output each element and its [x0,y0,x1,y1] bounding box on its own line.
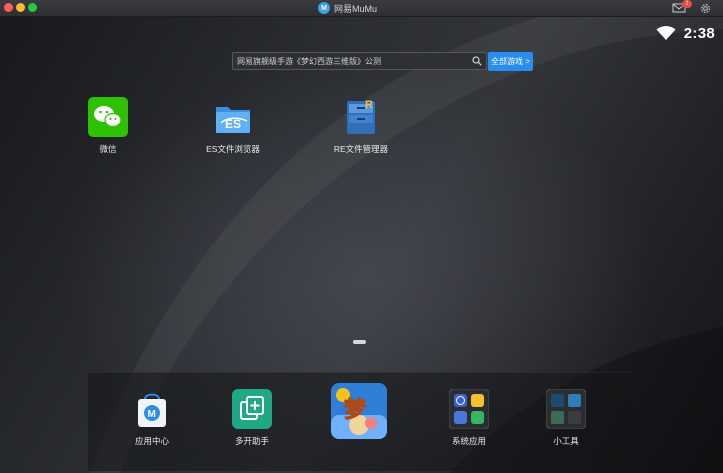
page-indicator[interactable] [353,340,366,344]
dock-system-apps[interactable]: 系统应用 [440,388,498,447]
es-file-explorer-icon: ES [213,97,253,137]
wechat-icon [88,97,128,137]
dock-menghuan-game[interactable]: 梦 [330,383,388,439]
settings-gear-icon[interactable] [699,2,712,15]
dock-app-label: 多开助手 [234,436,269,446]
minimize-window-button[interactable] [16,3,25,12]
search-input[interactable]: 网易旗舰级手游《梦幻西游三维版》公测 [233,56,472,67]
app-label: RE文件管理器 [333,144,389,154]
all-games-button[interactable]: 全部游戏 > [488,52,533,71]
app-label: ES文件浏览器 [206,144,260,154]
system-apps-folder-icon [448,388,490,430]
dock-tools[interactable]: 小工具 [540,388,592,447]
dock-app-label: 系统应用 [451,436,486,446]
multi-instance-icon [232,389,272,429]
app-center-icon: M [132,389,172,429]
tools-folder-icon [545,388,587,430]
dock-app-label: 小工具 [553,436,579,446]
clock: 2:38 [683,25,715,42]
android-desktop: 2:38 网易旗舰级手游《梦幻西游三维版》公测 全部游戏 > 微信 ES ES文… [0,17,723,473]
app-re-file-manager[interactable]: R RE文件管理器 [328,97,394,155]
game-icon-glyph: 梦 [344,397,367,423]
title-bar: M 网易MuMu 1 [0,0,723,17]
window-title: M 网易MuMu [318,0,377,16]
re-file-manager-icon: R [341,97,381,137]
mumu-logo-icon: M [318,2,330,14]
menghuan-xiyou-game-icon: 梦 [331,383,387,439]
search-icon[interactable] [472,56,482,66]
window-title-text: 网易MuMu [334,3,378,14]
app-label: 微信 [99,144,117,154]
app-es-file-explorer[interactable]: ES ES文件浏览器 [200,97,266,155]
dock-bar: M 应用中心 多开助手 梦 系统应用 小工具 [88,372,631,471]
maximize-window-button[interactable] [28,3,37,12]
app-wechat[interactable]: 微信 [80,97,136,155]
svg-text:R: R [365,99,373,111]
svg-text:M: M [148,409,156,420]
dock-app-center[interactable]: M 应用中心 [126,389,178,447]
status-bar: 2:38 [656,25,715,42]
wifi-icon [656,26,676,40]
close-window-button[interactable] [4,3,13,12]
game-search-bar[interactable]: 网易旗舰级手游《梦幻西游三维版》公测 [232,52,487,70]
mail-badge: 1 [682,0,692,8]
dock-app-label: 应用中心 [134,436,169,446]
dock-multi-instance[interactable]: 多开助手 [226,389,278,447]
